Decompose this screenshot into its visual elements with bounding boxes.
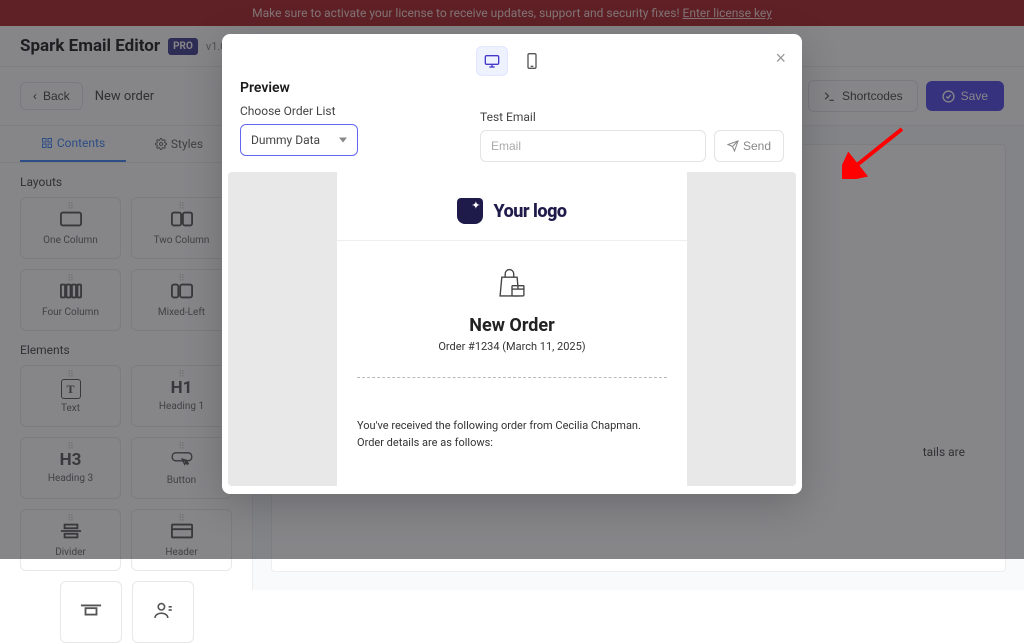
email-subtitle: Order #1234 (March 11, 2025) xyxy=(337,340,687,353)
close-button[interactable]: × xyxy=(775,48,786,69)
email-body: Your logo New Order Order #1234 (March 1… xyxy=(337,172,687,486)
send-button[interactable]: Send xyxy=(714,130,784,162)
modal-title: Preview xyxy=(240,80,420,96)
test-email-label: Test Email xyxy=(480,110,784,124)
block-extra-1[interactable] xyxy=(60,581,122,643)
select-value: Dummy Data xyxy=(251,133,320,147)
shopping-bag-icon xyxy=(495,267,529,301)
align-top-icon xyxy=(80,602,102,622)
close-icon: × xyxy=(775,48,786,68)
send-icon xyxy=(727,140,739,152)
preview-scroll[interactable]: Your logo New Order Order #1234 (March 1… xyxy=(228,172,796,486)
choose-order-label: Choose Order List xyxy=(240,104,420,118)
preview-frame: Your logo New Order Order #1234 (March 1… xyxy=(228,172,796,486)
device-toggle xyxy=(222,34,802,80)
send-label: Send xyxy=(743,139,771,153)
modal-overlay: × Preview Choose Order List Dummy Data T… xyxy=(0,0,1024,559)
desktop-view-button[interactable] xyxy=(476,46,508,76)
desktop-icon xyxy=(484,54,500,68)
preview-modal: × Preview Choose Order List Dummy Data T… xyxy=(222,34,802,494)
mobile-icon xyxy=(526,53,538,69)
logo-text: Your logo xyxy=(493,201,566,222)
block-extra-2[interactable] xyxy=(132,581,194,643)
email-divider xyxy=(357,377,667,378)
email-title: New Order xyxy=(337,315,687,336)
mobile-view-button[interactable] xyxy=(516,46,548,76)
annotation-arrow xyxy=(842,124,912,183)
logo-icon xyxy=(457,198,483,224)
order-hero-icon xyxy=(337,241,687,315)
email-body-text: You've received the following order from… xyxy=(337,418,687,451)
order-select[interactable]: Dummy Data xyxy=(240,124,358,156)
user-icon xyxy=(152,602,174,622)
email-logo-section: Your logo xyxy=(337,172,687,241)
email-input[interactable] xyxy=(480,130,706,162)
